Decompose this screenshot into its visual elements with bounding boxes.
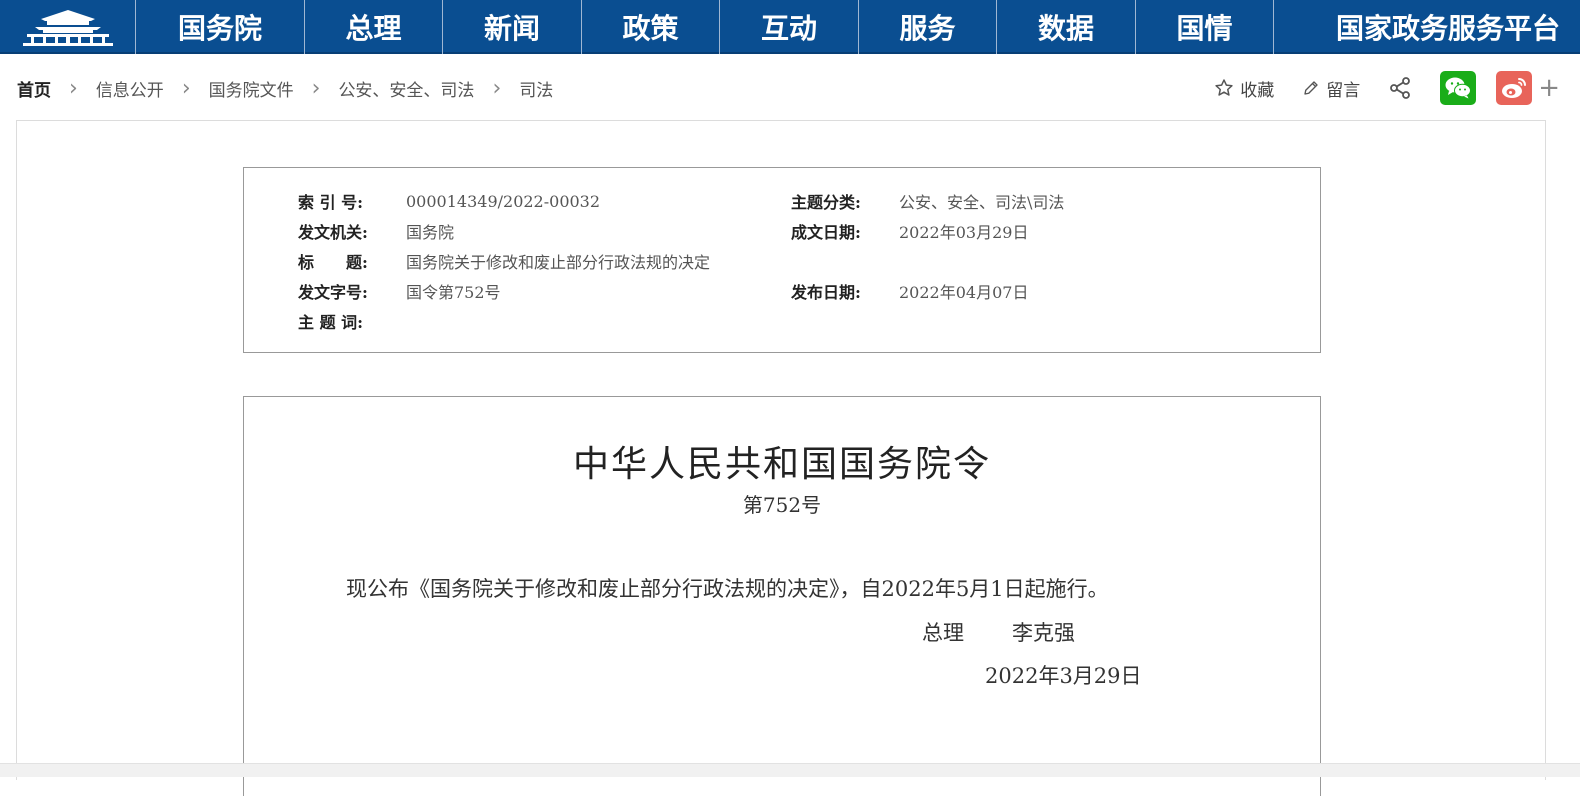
breadcrumb-home[interactable]: 首页 bbox=[17, 76, 51, 101]
meta-label-category: 主题分类: bbox=[791, 193, 861, 212]
document-title: 中华人民共和国国务院令 bbox=[572, 444, 991, 485]
meta-value-category: 公安、安全、司法\司法 bbox=[899, 193, 1065, 212]
meta-row-written-date: 成文日期: 2022年03月29日 bbox=[791, 221, 1029, 242]
meta-label-issuer: 发文机关: bbox=[298, 223, 368, 242]
share-icon bbox=[1390, 77, 1411, 99]
breadcrumb-public-security[interactable]: 公安、安全、司法 bbox=[338, 76, 474, 101]
wechat-icon bbox=[1445, 77, 1472, 99]
gate-tower-logo-icon bbox=[22, 10, 113, 46]
meta-value-index: 000014349/2022-00032 bbox=[406, 191, 601, 211]
meta-label-doc-number: 发文字号: bbox=[298, 283, 368, 302]
breadcrumb-state-council-docs[interactable]: 国务院文件 bbox=[209, 76, 294, 101]
nav-item-gov-service-platform[interactable]: 国家政务服务平台 bbox=[1274, 0, 1580, 54]
meta-row-category: 主题分类: 公安、安全、司法\司法 bbox=[791, 191, 1065, 212]
meta-row-doc-number: 发文字号: 国令第752号 bbox=[298, 281, 501, 302]
document-body-panel: 中华人民共和国国务院令 第752号 现公布《国务院关于修改和废止部分行政法规的决… bbox=[243, 396, 1321, 796]
document-body-text: 现公布《国务院关于修改和废止部分行政法规的决定》，自2022年5月1日起施行。 bbox=[346, 577, 1109, 601]
document-signature: 总理 李克强 bbox=[922, 617, 1075, 647]
wechat-share-button[interactable] bbox=[1440, 71, 1477, 105]
breadcrumb-info-disclosure[interactable]: 信息公开 bbox=[96, 76, 164, 101]
nav-item-news[interactable]: 新闻 bbox=[443, 0, 582, 54]
breadcrumb: 首页 信息公开 国务院文件 公安、安全、司法 司法 bbox=[17, 74, 553, 102]
meta-label-written-date: 成文日期: bbox=[791, 223, 861, 242]
signer-title: 总理 bbox=[922, 621, 964, 645]
star-icon bbox=[1215, 79, 1233, 96]
nav-item-services[interactable]: 服务 bbox=[859, 0, 997, 54]
message-label: 留言 bbox=[1326, 80, 1361, 101]
nav-item-data[interactable]: 数据 bbox=[997, 0, 1136, 54]
meta-row-index: 索 引 号: 000014349/2022-00032 bbox=[298, 191, 601, 213]
nav-item-state-council[interactable]: 国务院 bbox=[136, 0, 305, 54]
nav-item-policy[interactable]: 政策 bbox=[582, 0, 720, 54]
document-date: 2022年3月29日 bbox=[985, 664, 1142, 688]
favorite-button[interactable]: 收藏 bbox=[1214, 76, 1274, 101]
content-frame: 索 引 号: 000014349/2022-00032 主题分类: 公安、安全、… bbox=[16, 120, 1546, 796]
top-navigation-bar: 国务院 总理 新闻 政策 互动 服务 数据 国情 国家政务服务平台 bbox=[0, 0, 1580, 54]
meta-label-index: 索 引 号: bbox=[298, 193, 364, 212]
page-tools: 收藏 留言 + bbox=[1214, 70, 1560, 106]
meta-label-title: 标 题: bbox=[298, 253, 368, 272]
chevron-right-icon bbox=[492, 76, 501, 101]
nav-item-interaction[interactable]: 互动 bbox=[720, 0, 859, 54]
meta-value-issuer: 国务院 bbox=[406, 223, 455, 242]
favorite-label: 收藏 bbox=[1240, 80, 1275, 101]
meta-label-keywords: 主 题 词: bbox=[298, 313, 364, 332]
chevron-right-icon bbox=[312, 76, 321, 101]
chevron-right-icon bbox=[182, 76, 191, 101]
nav-item-national-info[interactable]: 国情 bbox=[1136, 0, 1274, 54]
nav-item-premier[interactable]: 总理 bbox=[305, 0, 443, 54]
meta-row-issuer: 发文机关: 国务院 bbox=[298, 221, 455, 242]
meta-value-doc-number: 国令第752号 bbox=[406, 283, 501, 302]
weibo-icon bbox=[1502, 78, 1527, 98]
meta-value-publish-date: 2022年04月07日 bbox=[899, 283, 1029, 302]
more-share-button[interactable]: + bbox=[1538, 75, 1560, 101]
breadcrumb-judiciary[interactable]: 司法 bbox=[519, 76, 553, 101]
document-number: 第752号 bbox=[742, 493, 822, 517]
meta-row-keywords: 主 题 词: bbox=[298, 311, 406, 332]
signer-name: 李克强 bbox=[1012, 621, 1075, 645]
horizontal-scrollbar[interactable] bbox=[0, 763, 1580, 777]
chevron-right-icon bbox=[69, 76, 78, 101]
site-logo[interactable] bbox=[0, 0, 136, 54]
document-metadata-panel: 索 引 号: 000014349/2022-00032 主题分类: 公安、安全、… bbox=[243, 167, 1321, 353]
meta-value-written-date: 2022年03月29日 bbox=[899, 223, 1029, 242]
weibo-share-button[interactable] bbox=[1496, 71, 1533, 105]
leave-message-button[interactable]: 留言 bbox=[1302, 76, 1360, 101]
meta-row-title: 标 题: 国务院关于修改和废止部分行政法规的决定 bbox=[298, 251, 711, 272]
meta-row-publish-date: 发布日期: 2022年04月07日 bbox=[791, 281, 1029, 302]
meta-label-publish-date: 发布日期: bbox=[791, 283, 861, 302]
share-button[interactable] bbox=[1388, 76, 1418, 100]
meta-value-title: 国务院关于修改和废止部分行政法规的决定 bbox=[406, 253, 711, 272]
pencil-icon bbox=[1304, 81, 1318, 95]
